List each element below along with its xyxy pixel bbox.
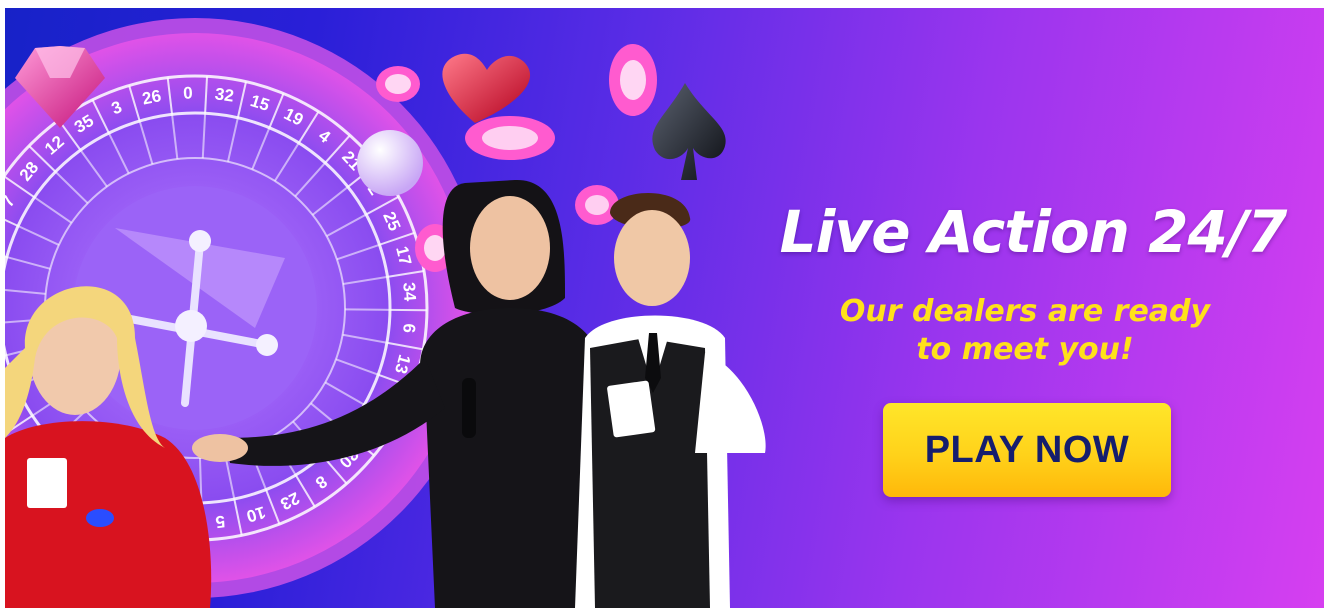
banner-artwork: 2972812353260321519421225173461336113082…: [5, 18, 766, 608]
roulette-ball-icon: [357, 130, 423, 196]
play-now-button[interactable]: PLAY NOW: [883, 403, 1171, 497]
heart-gem-icon: [442, 53, 531, 123]
roulette-number: 6: [399, 323, 419, 334]
promo-banner[interactable]: 2972812353260321519421225173461336113082…: [5, 8, 1324, 608]
roulette-number: 26: [141, 86, 163, 108]
playing-card-icon: [27, 458, 67, 508]
roulette-number: 0: [183, 83, 193, 102]
subline-1: Our dealers are ready: [839, 294, 1211, 329]
roulette-number: 34: [399, 282, 419, 303]
subline-2: to meet you!: [916, 332, 1134, 367]
spade-gem-icon: [652, 83, 726, 180]
dealer-right-figure: [575, 193, 766, 608]
headline: Live Action 24/7: [779, 198, 1288, 266]
roulette-number: 32: [214, 84, 235, 105]
